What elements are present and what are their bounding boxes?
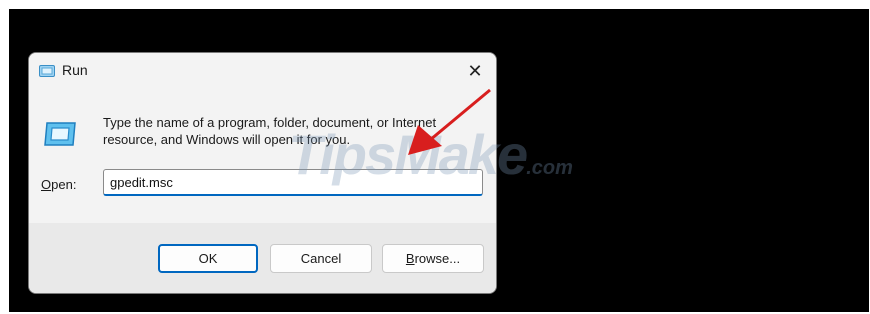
open-input[interactable] [103, 169, 483, 196]
ok-button[interactable]: OK [158, 244, 258, 273]
dialog-footer: OK Cancel Browse... [29, 223, 496, 293]
run-app-icon [44, 122, 76, 146]
close-button[interactable]: ✕ [460, 56, 490, 86]
close-icon: ✕ [467, 61, 483, 81]
cancel-button[interactable]: Cancel [270, 244, 372, 273]
title-bar: Run ✕ [29, 53, 496, 89]
browse-button[interactable]: Browse... [382, 244, 484, 273]
run-dialog: Run ✕ Type the name of a program, folder… [28, 52, 497, 294]
run-icon [39, 65, 55, 77]
dialog-description: Type the name of a program, folder, docu… [103, 115, 437, 147]
open-label: Open: [41, 177, 77, 192]
window-title: Run [62, 62, 88, 78]
